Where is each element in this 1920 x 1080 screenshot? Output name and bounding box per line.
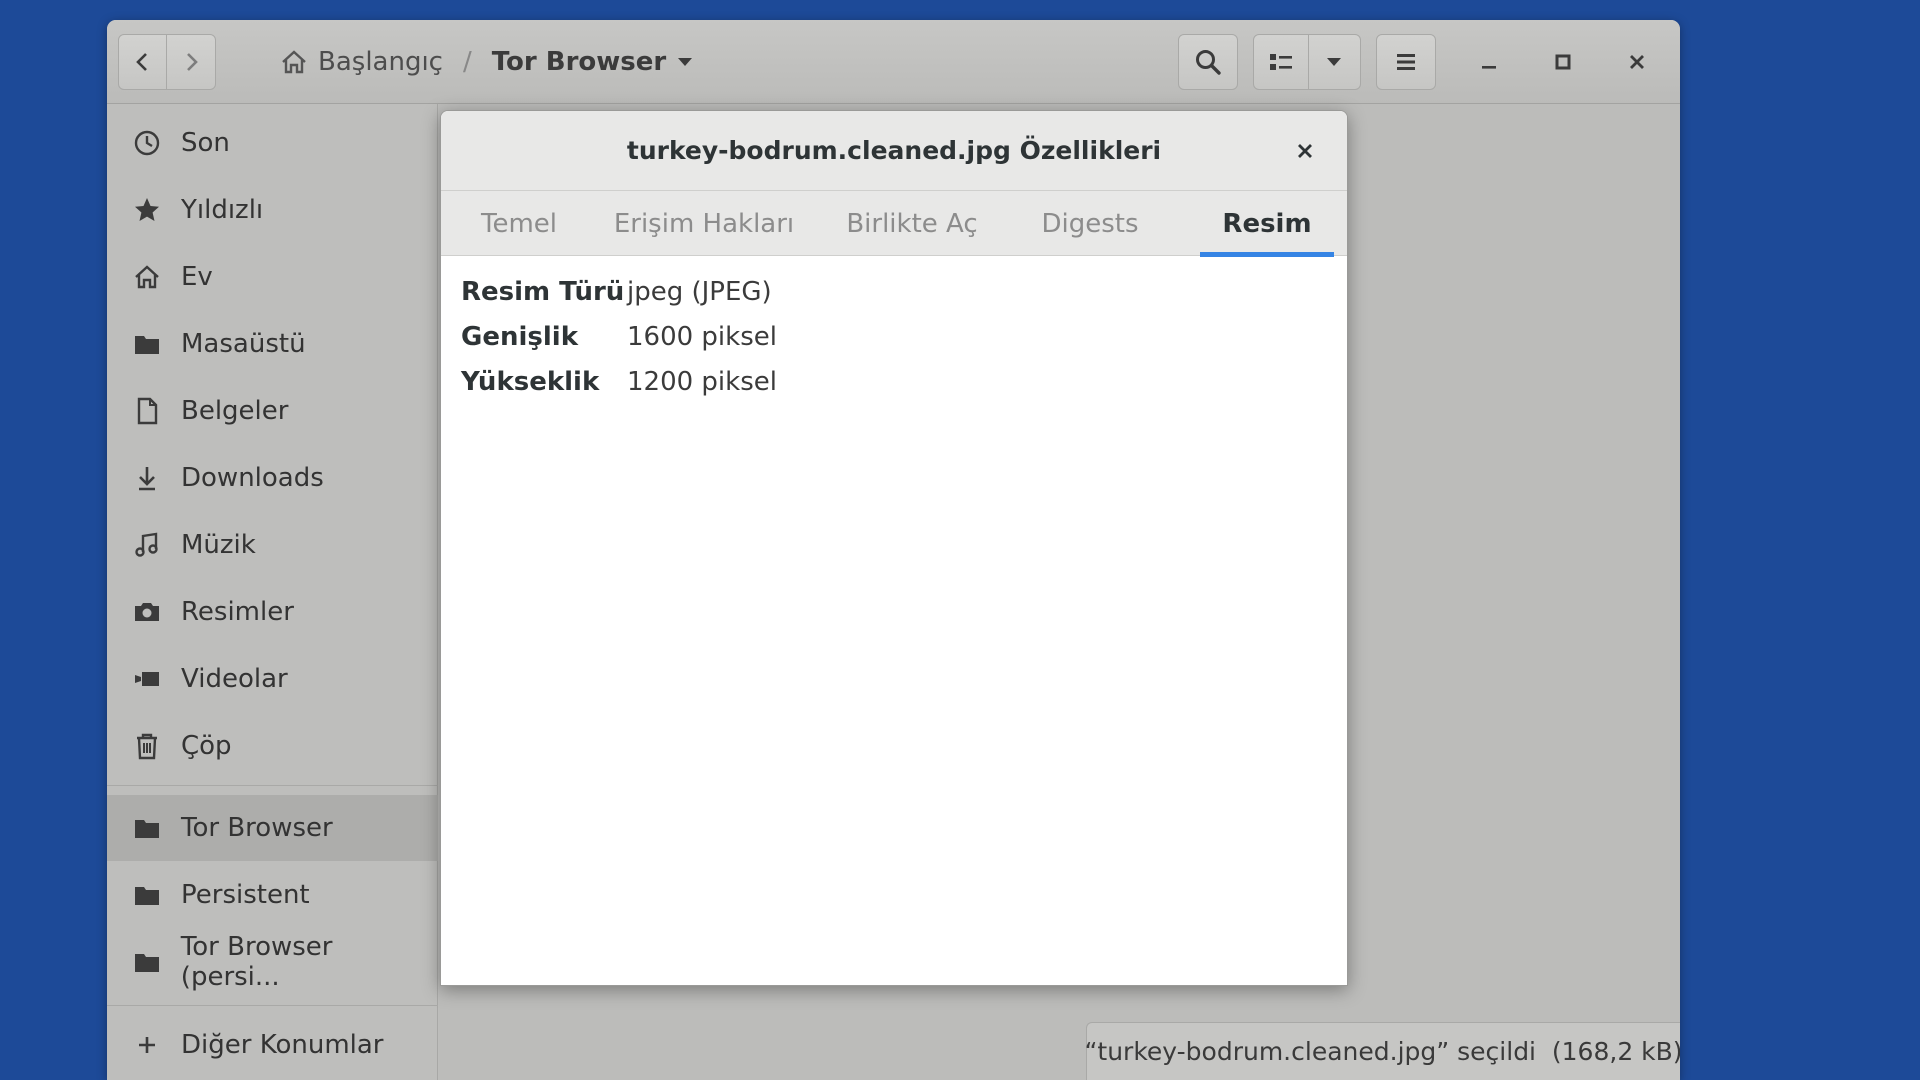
property-row: Yükseklik 1200 piksel — [461, 359, 777, 404]
breadcrumb-current-label: Tor Browser — [491, 47, 667, 77]
sidebar-item-label: Diğer Konumlar — [181, 1030, 384, 1060]
property-row: Resim Türü jpeg (JPEG) — [461, 269, 777, 314]
property-value: 1600 piksel — [627, 321, 777, 352]
sidebar-item-ev[interactable]: Ev — [107, 244, 438, 310]
close-icon — [1298, 144, 1312, 158]
nav-buttons — [118, 34, 216, 90]
forward-button[interactable] — [167, 35, 215, 89]
folder-icon — [131, 328, 163, 360]
hamburger-menu-icon — [1397, 54, 1415, 70]
sidebar-item-label: Downloads — [181, 463, 324, 493]
list-view-button[interactable] — [1254, 35, 1309, 89]
dialog-close-button[interactable] — [1281, 127, 1329, 175]
list-view-icon — [1269, 54, 1292, 70]
sidebar-item-label: Belgeler — [181, 396, 289, 426]
menu-button[interactable] — [1376, 34, 1436, 90]
sidebar-item-videolar[interactable]: Videolar — [107, 646, 438, 712]
search-icon — [1196, 50, 1221, 75]
plus-icon — [131, 1029, 163, 1061]
breadcrumb-home-label: Başlangıç — [318, 47, 443, 77]
camera-icon — [131, 596, 163, 628]
sidebar-item-yildizli[interactable]: Yıldızlı — [107, 177, 438, 243]
minimize-button[interactable] — [1461, 34, 1517, 90]
star-icon — [131, 194, 163, 226]
sidebar-item-cop[interactable]: Çöp — [107, 713, 438, 779]
close-button[interactable] — [1609, 34, 1665, 90]
status-text: “turkey-bodrum.cleaned.jpg” seçildi (168… — [1084, 1037, 1680, 1066]
sidebar-divider — [107, 785, 438, 786]
sidebar-item-downloads[interactable]: Downloads — [107, 445, 438, 511]
sidebar-item-masaustu[interactable]: Masaüstü — [107, 311, 438, 377]
maximize-button[interactable] — [1535, 34, 1591, 90]
sidebar-item-label: Masaüstü — [181, 329, 306, 359]
clock-icon — [131, 127, 163, 159]
sidebar-item-son[interactable]: Son — [107, 110, 438, 176]
maximize-icon — [1555, 54, 1571, 70]
chevron-down-icon — [678, 58, 693, 66]
sidebar-item-label: Videolar — [181, 664, 288, 694]
download-icon — [131, 462, 163, 494]
property-label: Genişlik — [461, 321, 578, 352]
music-icon — [131, 529, 163, 561]
tab-erisim-haklari[interactable]: Erişim Hakları — [599, 191, 809, 256]
sidebar-item-label: Çöp — [181, 731, 232, 761]
dialog-title: turkey-bodrum.cleaned.jpg Özellikleri — [626, 136, 1162, 165]
home-icon — [131, 261, 163, 293]
sidebar-item-label: Resimler — [181, 597, 294, 627]
search-button[interactable] — [1178, 34, 1238, 90]
sidebar: Son Yıldızlı Ev Masaüstü Belgeler Downlo… — [107, 104, 438, 1080]
tab-temel[interactable]: Temel — [449, 191, 589, 256]
sidebar-item-belgeler[interactable]: Belgeler — [107, 378, 438, 444]
sidebar-item-other-locations[interactable]: Diğer Konumlar — [107, 1012, 438, 1078]
document-icon — [131, 395, 163, 427]
sidebar-item-label: Tor Browser — [181, 813, 333, 843]
folder-icon — [131, 946, 163, 978]
folder-icon — [131, 879, 163, 911]
breadcrumb-current[interactable]: Tor Browser — [484, 47, 702, 77]
chevron-down-icon — [1327, 58, 1342, 66]
dialog-header: turkey-bodrum.cleaned.jpg Özellikleri — [441, 111, 1347, 191]
properties-dialog: turkey-bodrum.cleaned.jpg Özellikleri Te… — [440, 110, 1348, 986]
tab-birlikte-ac[interactable]: Birlikte Aç — [819, 191, 1005, 256]
sidebar-item-label: Son — [181, 128, 230, 158]
sidebar-divider — [107, 1005, 438, 1006]
breadcrumb: Başlangıç / Tor Browser — [272, 34, 702, 90]
image-properties: Resim Türü jpeg (JPEG) Genişlik 1600 pik… — [461, 269, 777, 404]
sidebar-item-label: Yıldızlı — [181, 195, 264, 225]
sidebar-item-label: Tor Browser (persi... — [180, 932, 333, 992]
property-row: Genişlik 1600 piksel — [461, 314, 777, 359]
status-bar: “turkey-bodrum.cleaned.jpg” seçildi (168… — [1084, 1022, 1680, 1080]
close-icon — [1630, 55, 1644, 69]
sidebar-item-muzik[interactable]: Müzik — [107, 512, 438, 578]
folder-icon — [131, 812, 163, 844]
property-value: jpeg (JPEG) — [627, 276, 772, 307]
tab-resim[interactable]: Resim — [1200, 191, 1334, 257]
property-label: Resim Türü — [461, 276, 625, 307]
trash-icon — [131, 730, 163, 762]
tab-digests[interactable]: Digests — [1015, 191, 1165, 256]
minimize-icon — [1482, 66, 1496, 69]
sidebar-item-label: Müzik — [181, 530, 256, 560]
video-icon — [131, 663, 163, 695]
property-label: Yükseklik — [461, 366, 600, 397]
sidebar-item-tor-browser-persistent[interactable]: Tor Browser (persi... — [107, 929, 438, 995]
home-icon — [282, 50, 306, 74]
back-button[interactable] — [119, 35, 168, 89]
dialog-tabs: Temel Erişim Hakları Birlikte Aç Digests… — [441, 191, 1347, 257]
sidebar-item-tor-browser[interactable]: Tor Browser — [107, 795, 438, 861]
view-switcher — [1253, 34, 1361, 90]
property-value: 1200 piksel — [627, 366, 777, 397]
chevron-left-icon — [135, 53, 147, 71]
view-options-button[interactable] — [1309, 35, 1360, 89]
breadcrumb-separator: / — [462, 47, 472, 77]
chevron-right-icon — [187, 53, 198, 71]
breadcrumb-home[interactable]: Başlangıç — [272, 47, 451, 77]
sidebar-item-label: Ev — [181, 262, 213, 292]
sidebar-item-label: Persistent — [181, 880, 310, 910]
header-bar: Başlangıç / Tor Browser — [107, 20, 1680, 104]
sidebar-item-resimler[interactable]: Resimler — [107, 579, 438, 645]
sidebar-item-persistent[interactable]: Persistent — [107, 862, 438, 928]
